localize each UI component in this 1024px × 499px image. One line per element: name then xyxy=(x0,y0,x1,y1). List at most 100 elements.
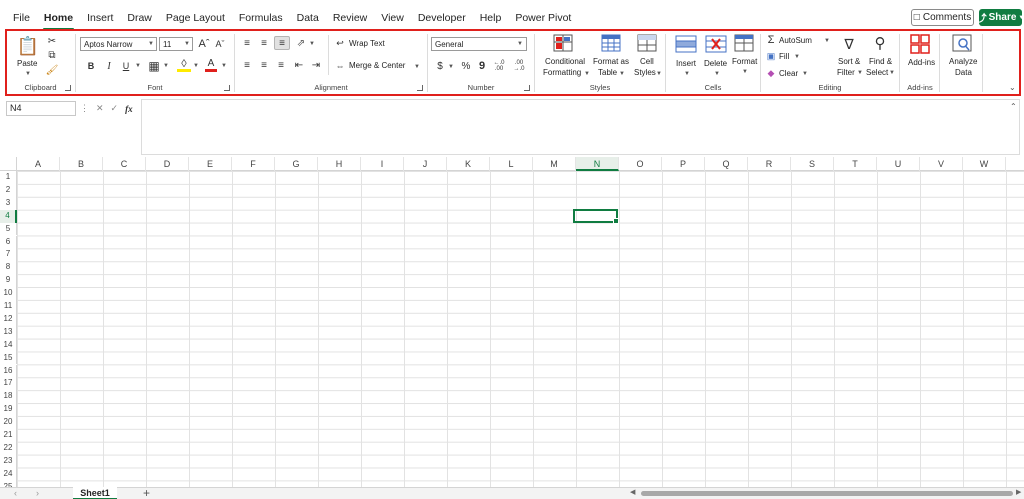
increase-decimal-button[interactable]: ←.0 .00 xyxy=(490,59,508,73)
row-header[interactable]: 4 xyxy=(0,209,17,223)
font-color-icon[interactable]: A xyxy=(205,58,217,72)
wrap-text-button[interactable]: Wrap Text xyxy=(349,39,385,48)
chevron-down-icon[interactable]: ▼ xyxy=(889,70,895,76)
sort-filter-label-2[interactable]: Filter xyxy=(837,68,855,77)
scroll-left-icon[interactable]: ◀ xyxy=(630,488,635,496)
font-name-select[interactable]: Aptos Narrow ▼ xyxy=(80,37,157,51)
middle-align-icon[interactable]: ≡ xyxy=(257,37,271,49)
horizontal-scrollbar[interactable] xyxy=(641,491,1013,496)
chevron-down-icon[interactable]: ▼ xyxy=(309,41,315,47)
row-header[interactable]: 2 xyxy=(0,183,17,197)
add-sheet-button[interactable]: + xyxy=(143,486,150,499)
find-select-label-2[interactable]: Select xyxy=(866,68,888,77)
row-header[interactable]: 14 xyxy=(0,338,17,352)
chevron-down-icon[interactable]: ▼ xyxy=(163,63,169,69)
row-header[interactable]: 5 xyxy=(0,222,17,236)
row-header[interactable]: 24 xyxy=(0,467,17,481)
row-header[interactable]: 19 xyxy=(0,403,17,417)
column-header[interactable]: K xyxy=(447,157,490,171)
decrease-decimal-button[interactable]: .00 →.0 xyxy=(510,59,528,73)
font-size-select[interactable]: 11 ▼ xyxy=(159,37,193,51)
formula-input[interactable] xyxy=(141,99,1020,155)
scroll-right-icon[interactable]: ▶ xyxy=(1016,488,1021,496)
tab-home[interactable]: Home xyxy=(37,10,80,30)
insert-cells-label[interactable]: Insert xyxy=(676,59,696,68)
chevron-down-icon[interactable]: ▼ xyxy=(25,71,31,77)
align-left-icon[interactable]: ≡ xyxy=(240,59,254,71)
format-cells-label[interactable]: Format xyxy=(732,57,757,66)
borders-icon[interactable]: ▦ xyxy=(147,59,161,73)
percent-format-button[interactable]: % xyxy=(460,59,472,73)
copy-icon[interactable]: ⧉ xyxy=(45,49,59,61)
top-align-icon[interactable]: ≡ xyxy=(240,37,254,49)
more-options-icon[interactable]: ⋮ xyxy=(80,103,89,114)
row-header[interactable]: 23 xyxy=(0,454,17,468)
chevron-down-icon[interactable]: ▼ xyxy=(221,63,227,69)
insert-function-button[interactable]: fx xyxy=(125,104,133,114)
column-header[interactable]: M xyxy=(533,157,576,171)
format-as-table-icon[interactable] xyxy=(601,34,621,52)
tab-formulas[interactable]: Formulas xyxy=(232,10,290,26)
tab-file[interactable]: File xyxy=(6,10,37,26)
delete-cells-icon[interactable] xyxy=(705,35,727,53)
column-header[interactable]: T xyxy=(834,157,877,171)
tab-review[interactable]: Review xyxy=(326,10,374,26)
bold-button[interactable]: B xyxy=(85,59,97,73)
chevron-down-icon[interactable]: ▼ xyxy=(714,71,720,77)
number-launcher-icon[interactable] xyxy=(524,85,530,91)
sort-filter-icon[interactable]: ∇ xyxy=(839,34,859,54)
column-header[interactable]: U xyxy=(877,157,920,171)
clipboard-launcher-icon[interactable] xyxy=(65,85,71,91)
insert-cells-icon[interactable] xyxy=(675,35,697,53)
fill-color-icon[interactable]: ◊ xyxy=(177,58,191,72)
analyze-data-icon[interactable] xyxy=(952,34,972,54)
bottom-align-icon[interactable]: ≡ xyxy=(274,36,290,50)
chevron-down-icon[interactable]: ▼ xyxy=(448,64,454,70)
chevron-left-icon[interactable]: ‹ xyxy=(14,488,17,498)
orientation-icon[interactable]: ⇗ xyxy=(294,37,308,49)
row-header[interactable]: 6 xyxy=(0,235,17,249)
chevron-down-icon[interactable]: ▼ xyxy=(656,71,662,77)
share-button[interactable]: ⤴ Share ▼ xyxy=(977,9,1024,26)
format-painter-icon[interactable]: 🖌 xyxy=(45,64,59,76)
enter-icon[interactable]: ✓ xyxy=(111,103,119,114)
column-header[interactable]: A xyxy=(17,157,60,171)
row-header[interactable]: 9 xyxy=(0,274,17,288)
chevron-down-icon[interactable]: ▼ xyxy=(824,38,830,44)
column-header[interactable]: D xyxy=(146,157,189,171)
paste-label[interactable]: Paste xyxy=(17,59,37,68)
number-format-select[interactable]: General ▼ xyxy=(431,37,527,51)
chevron-up-icon[interactable]: ⌃ xyxy=(1010,102,1017,111)
chevron-down-icon[interactable]: ▼ xyxy=(857,70,863,76)
italic-button[interactable]: I xyxy=(103,59,115,73)
addins-button[interactable]: Add-ins xyxy=(908,58,935,67)
chevron-down-icon[interactable]: ▼ xyxy=(802,71,808,77)
wrap-text-icon[interactable]: ↩ xyxy=(334,37,346,49)
grow-font-icon[interactable]: Aˆ xyxy=(197,37,211,51)
shrink-font-icon[interactable]: Aˇ xyxy=(213,37,227,51)
row-header[interactable]: 16 xyxy=(0,364,17,378)
increase-indent-icon[interactable]: ⇥ xyxy=(309,59,323,71)
comma-style-button[interactable]: 9 xyxy=(477,59,487,73)
row-header[interactable]: 18 xyxy=(0,390,17,404)
name-box[interactable]: N4 xyxy=(6,101,76,116)
row-header[interactable]: 12 xyxy=(0,312,17,326)
row-header[interactable]: 17 xyxy=(0,377,17,391)
tab-data[interactable]: Data xyxy=(290,10,326,26)
conditional-formatting-label-1[interactable]: Conditional xyxy=(545,57,585,66)
column-header[interactable]: B xyxy=(60,157,103,171)
cells-area[interactable] xyxy=(17,171,1024,487)
tab-insert[interactable]: Insert xyxy=(80,10,120,26)
row-header[interactable]: 13 xyxy=(0,325,17,339)
column-header[interactable]: H xyxy=(318,157,361,171)
select-all-corner[interactable] xyxy=(0,157,17,171)
merge-center-icon[interactable]: ⇔ xyxy=(334,60,346,72)
cell-styles-label-2[interactable]: Styles xyxy=(634,68,656,77)
tab-developer[interactable]: Developer xyxy=(411,10,473,26)
row-header[interactable]: 8 xyxy=(0,261,17,275)
font-launcher-icon[interactable] xyxy=(224,85,230,91)
cell-styles-icon[interactable] xyxy=(637,34,657,52)
row-header[interactable]: 11 xyxy=(0,300,17,313)
column-header[interactable]: G xyxy=(275,157,318,171)
conditional-formatting-label-2[interactable]: Formatting xyxy=(543,68,581,77)
